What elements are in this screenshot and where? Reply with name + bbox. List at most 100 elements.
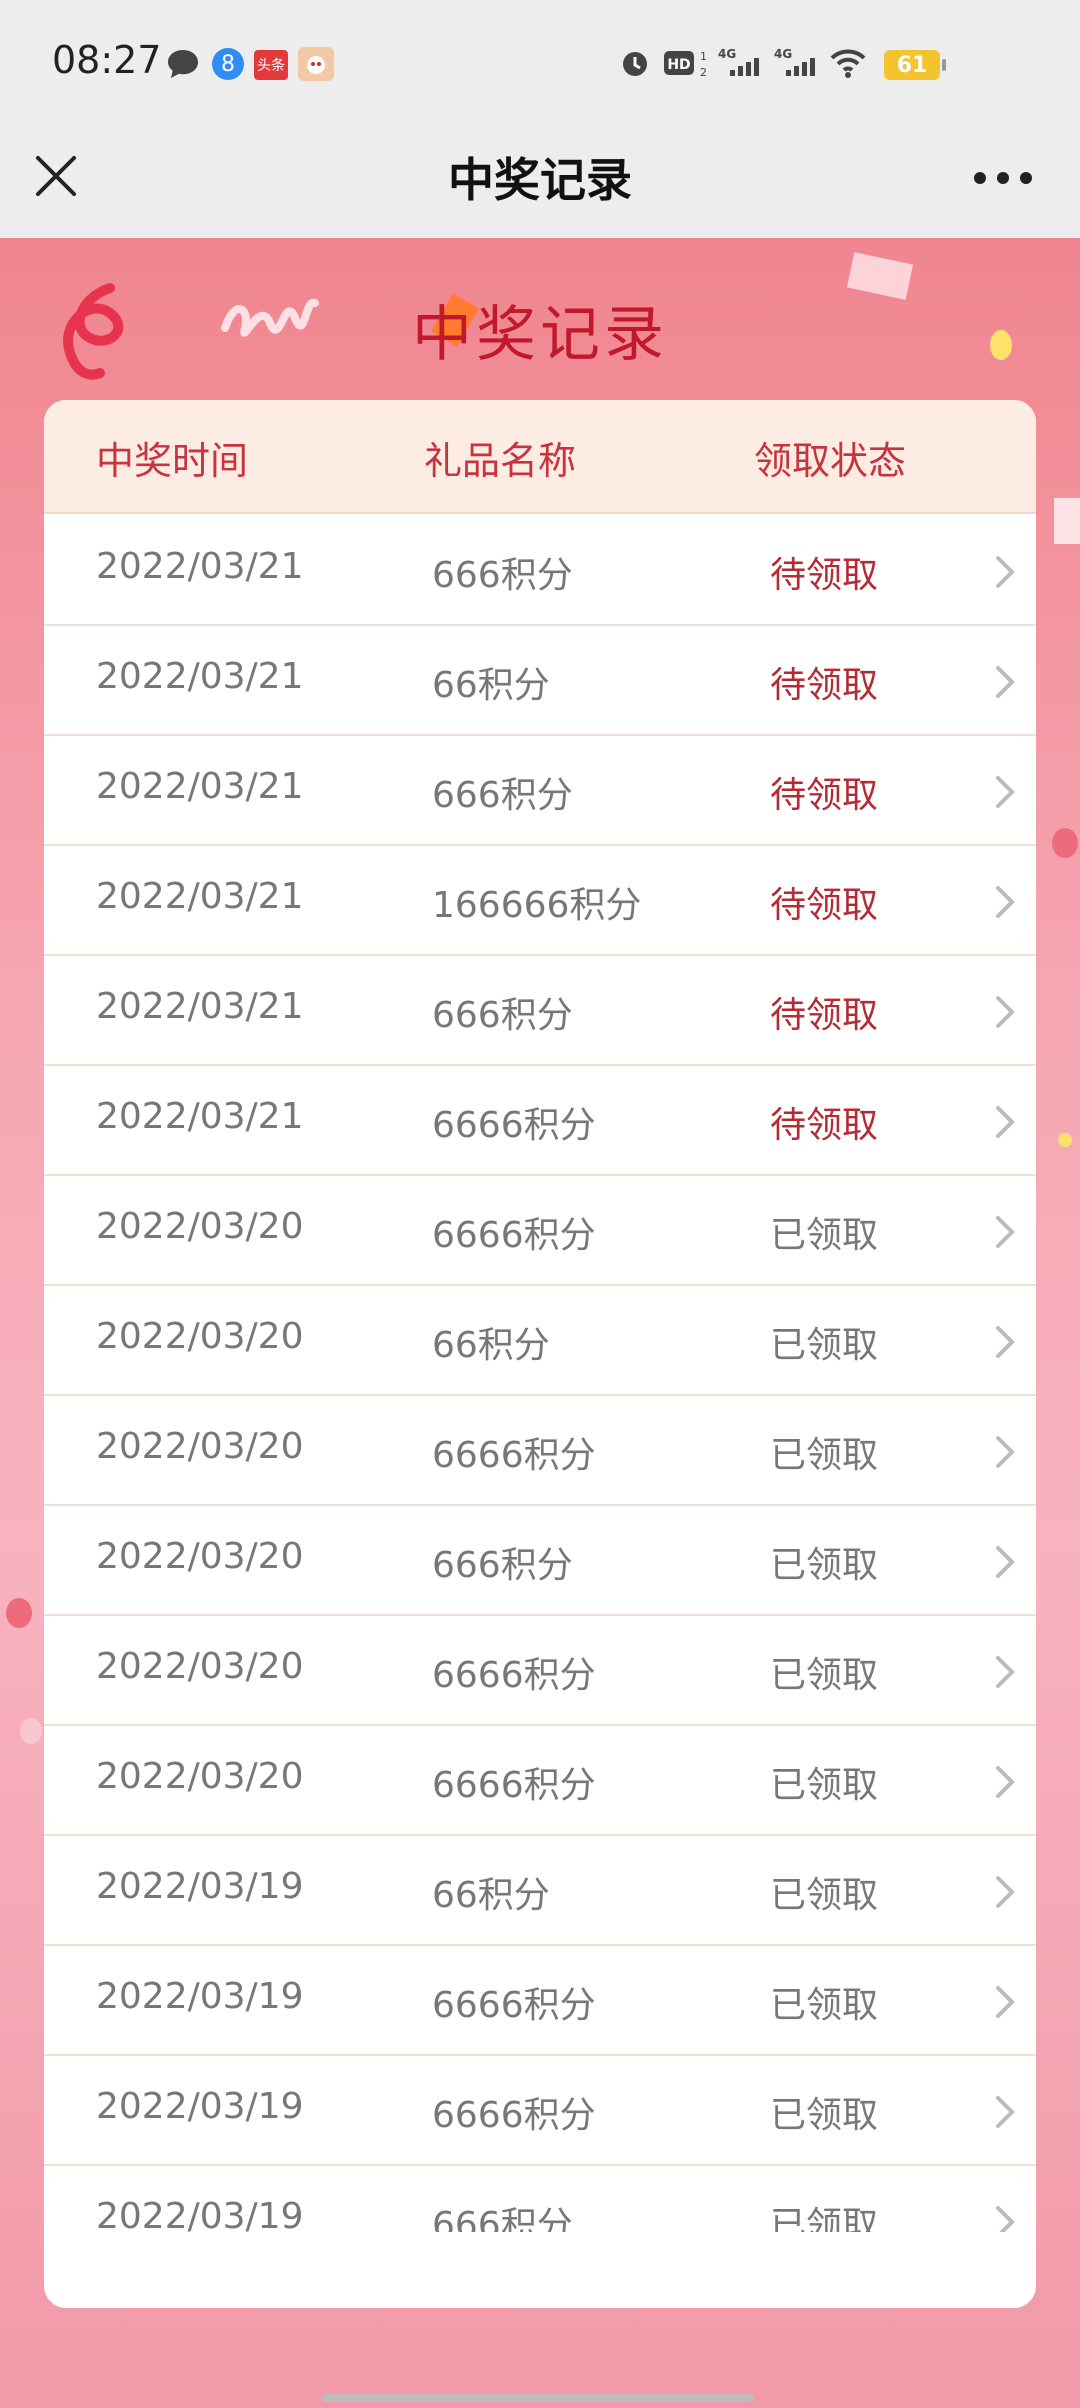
toutiao-app-icon: 头条 (254, 50, 288, 80)
row-status: 待领取 (770, 885, 879, 926)
row-gift: 666积分 (432, 775, 573, 816)
battery-icon: 61 (884, 50, 946, 80)
row-date: 2022/03/21 (96, 1096, 304, 1137)
chat-bubble-icon (164, 44, 202, 84)
chevron-right-icon (996, 996, 1015, 1028)
row-gift: 666积分 (432, 2205, 573, 2232)
row-date: 2022/03/21 (96, 876, 304, 917)
chevron-right-icon (996, 1986, 1015, 2018)
row-date: 2022/03/19 (96, 2086, 304, 2127)
table-row[interactable]: 2022/03/19 6666积分 已领取 (44, 1946, 1036, 2056)
row-gift: 66积分 (432, 1875, 550, 1916)
table-row[interactable]: 2022/03/20 6666积分 已领取 (44, 1616, 1036, 1726)
row-status: 已领取 (770, 1985, 879, 2026)
row-gift: 666积分 (432, 995, 573, 1036)
svg-text:1: 1 (700, 50, 706, 63)
confetti-decoration (1052, 828, 1078, 858)
app-icon (298, 47, 334, 81)
row-date: 2022/03/20 (96, 1316, 304, 1357)
table-row[interactable]: 2022/03/19 6666积分 已领取 (44, 2056, 1036, 2166)
table-row[interactable]: 2022/03/21 666积分 待领取 (44, 516, 1036, 626)
table-row[interactable]: 2022/03/20 6666积分 已领取 (44, 1726, 1036, 1836)
row-status: 已领取 (770, 1435, 879, 1476)
row-date: 2022/03/21 (96, 766, 304, 807)
row-status: 待领取 (770, 1105, 879, 1146)
table-body: 2022/03/21 666积分 待领取 2022/03/21 66积分 待领取 202… (44, 516, 1036, 2232)
header-gift: 礼品名称 (424, 439, 577, 483)
svg-text:2: 2 (700, 66, 706, 79)
signal-4g-icon: 4G (774, 47, 815, 76)
page-heading: 中奖记录 (412, 300, 668, 370)
table-row[interactable]: 2022/03/21 666积分 待领取 (44, 956, 1036, 1066)
chevron-right-icon (996, 1766, 1015, 1798)
chevron-right-icon (996, 776, 1015, 808)
row-status: 已领取 (770, 1765, 879, 1806)
row-status: 待领取 (770, 775, 879, 816)
status-time: 08:27 (52, 38, 162, 82)
chevron-right-icon (996, 1216, 1015, 1248)
table-row[interactable]: 2022/03/21 6666积分 待领取 (44, 1066, 1036, 1176)
row-status: 已领取 (770, 1325, 879, 1366)
table-row[interactable]: 2022/03/21 166666积分 待领取 (44, 846, 1036, 956)
table-row[interactable]: 2022/03/20 6666积分 已领取 (44, 1396, 1036, 1506)
confetti-decoration (20, 1718, 42, 1744)
chevron-right-icon (996, 2206, 1015, 2232)
chevron-right-icon (996, 1876, 1015, 1908)
confetti-decoration (6, 1598, 32, 1628)
row-gift: 66积分 (432, 1325, 550, 1366)
alarm-icon (623, 52, 647, 76)
row-status: 已领取 (770, 2095, 879, 2136)
chevron-right-icon (996, 556, 1015, 588)
chevron-right-icon (996, 2096, 1015, 2128)
row-status: 待领取 (770, 555, 879, 596)
table-header: 中奖时间 礼品名称 领取状态 (44, 400, 1036, 514)
row-date: 2022/03/20 (96, 1646, 304, 1687)
confetti-decoration (1054, 498, 1080, 544)
row-gift: 6666积分 (432, 1985, 596, 2026)
prize-record-table: 中奖时间 礼品名称 领取状态 2022/03/21 666积分 待领取 2022/0… (44, 400, 1036, 2308)
row-gift: 6666积分 (432, 1435, 596, 1476)
header-time: 中奖时间 (96, 439, 249, 483)
row-gift: 6666积分 (432, 1105, 596, 1146)
row-date: 2022/03/20 (96, 1756, 304, 1797)
row-date: 2022/03/21 (96, 546, 304, 587)
table-row[interactable]: 2022/03/20 6666积分 已领取 (44, 1176, 1036, 1286)
wifi-icon (830, 49, 866, 78)
row-date: 2022/03/21 (96, 656, 304, 697)
status-right-icons: HD 1 2 4G 4G (618, 40, 868, 86)
row-status: 待领取 (770, 665, 879, 706)
home-indicator[interactable] (322, 2394, 754, 2402)
row-date: 2022/03/20 (96, 1206, 304, 1247)
table-row[interactable]: 2022/03/19 666积分 已领取 (44, 2166, 1036, 2232)
table-row[interactable]: 2022/03/19 66积分 已领取 (44, 1836, 1036, 1946)
page-title: 中奖记录 (448, 153, 632, 207)
nav-bar: 中奖记录 (0, 128, 1080, 238)
row-date: 2022/03/19 (96, 2196, 304, 2232)
more-dots-icon[interactable] (974, 170, 1032, 186)
header-status: 领取状态 (754, 439, 907, 483)
table-row[interactable]: 2022/03/21 66积分 待领取 (44, 626, 1036, 736)
svg-text:4G: 4G (718, 47, 736, 61)
table-row[interactable]: 2022/03/20 666积分 已领取 (44, 1506, 1036, 1616)
confetti-decoration (1058, 1133, 1072, 1147)
row-gift: 666积分 (432, 1545, 573, 1586)
row-status: 待领取 (770, 995, 879, 1036)
row-gift: 666积分 (432, 555, 573, 596)
row-status: 已领取 (770, 1655, 879, 1696)
chevron-right-icon (996, 1436, 1015, 1468)
row-gift: 166666积分 (432, 885, 642, 926)
row-date: 2022/03/19 (96, 1976, 304, 2017)
notification-badge-icon: 8 (212, 48, 244, 80)
svg-text:HD: HD (667, 57, 690, 73)
svg-text:4G: 4G (774, 47, 792, 61)
row-date: 2022/03/20 (96, 1426, 304, 1467)
row-gift: 6666积分 (432, 1655, 596, 1696)
table-row[interactable]: 2022/03/20 66积分 已领取 (44, 1286, 1036, 1396)
row-date: 2022/03/21 (96, 986, 304, 1027)
table-row[interactable]: 2022/03/21 666积分 待领取 (44, 736, 1036, 846)
chevron-right-icon (996, 1106, 1015, 1138)
chevron-right-icon (996, 1546, 1015, 1578)
chevron-right-icon (996, 1656, 1015, 1688)
row-gift: 6666积分 (432, 2095, 596, 2136)
row-status: 已领取 (770, 1215, 879, 1256)
